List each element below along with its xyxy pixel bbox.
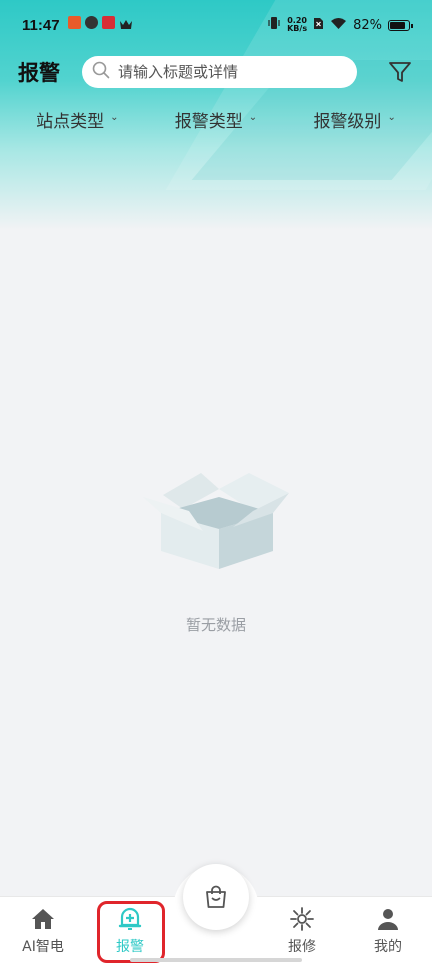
filter-alarm-type[interactable]: 报警类型 ⌄ [175,107,257,132]
filter-bar: 站点类型 ⌄ 报警类型 ⌄ 报警级别 ⌄ [0,104,432,134]
filter-icon [389,62,411,82]
empty-state [0,465,432,574]
battery-icon [388,19,413,31]
filter-alarm-level[interactable]: 报警级别 ⌄ [313,107,395,132]
net-speed-unit: KB/s [287,24,308,33]
nav-label: 我的 [374,939,402,955]
chevron-down-icon: ⌄ [387,111,396,123]
chevron-down-icon: ⌄ [248,111,258,123]
net-speed: 0.20 KB/s [287,17,307,33]
repair-icon [289,906,315,932]
page-header: 报警 [0,52,432,92]
app-notification-icon [101,15,115,29]
filter-site-type[interactable]: 站点类型 ⌄ [36,107,118,132]
search-input[interactable] [118,63,338,81]
status-indicators: 0.20 KB/s 82% [267,16,413,34]
page-title: 报警 [18,61,60,85]
home-indicator[interactable] [130,958,302,962]
app-notification-icon [84,15,98,29]
nav-repair[interactable]: 报修 [262,906,342,962]
nav-ai-power[interactable]: AI智电 [3,906,83,962]
filter-label: 报警类型 [174,111,243,132]
home-icon [30,906,56,932]
empty-state-text: 暂无数据 [185,616,246,634]
notification-icons [67,15,133,35]
crown-icon [119,16,133,35]
bag-icon [206,885,226,908]
search-icon [92,61,110,83]
vibrate-icon [267,16,281,34]
filter-label: 报警级别 [313,111,382,132]
empty-box-icon [143,473,289,569]
sim-icon [313,17,324,34]
filter-label: 站点类型 [36,111,105,132]
status-bar: 11:47 0.20 KB/s 82% [0,0,432,50]
chevron-down-icon: ⌄ [110,111,119,123]
filter-button[interactable] [386,58,414,86]
nav-label: 报修 [288,939,316,955]
nav-profile[interactable]: 我的 [348,906,428,962]
center-action-button[interactable] [183,864,249,930]
nav-label: AI智电 [22,939,64,955]
wifi-icon [330,17,347,34]
app-notification-icon [67,15,81,29]
profile-icon [375,906,401,932]
search-bar[interactable] [82,56,357,88]
battery-percent: 82% [353,17,382,33]
status-time: 11:47 [22,16,60,34]
highlight-box [97,901,165,963]
